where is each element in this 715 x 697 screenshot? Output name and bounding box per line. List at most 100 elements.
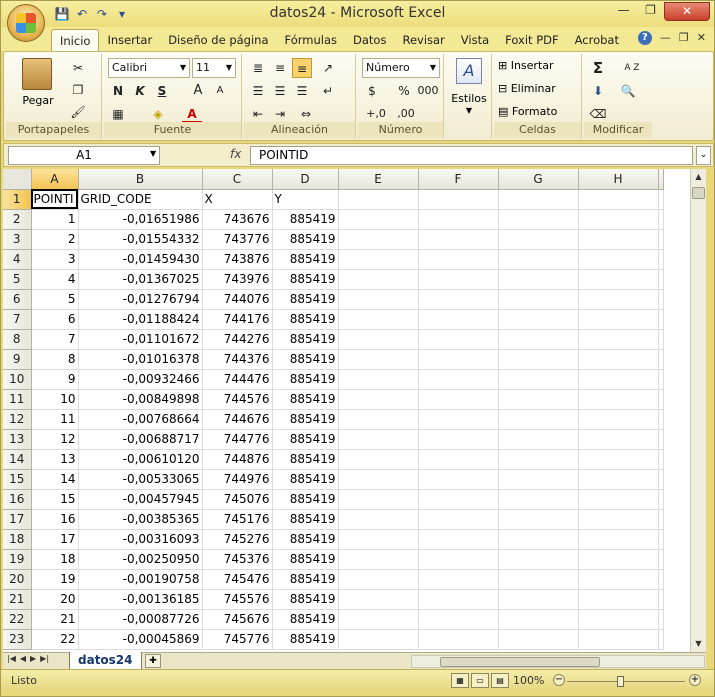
- row-header[interactable]: 10: [3, 369, 32, 390]
- cell[interactable]: 17: [31, 529, 79, 550]
- cell[interactable]: 744876: [202, 449, 273, 470]
- cell[interactable]: 885419: [272, 629, 339, 650]
- cell[interactable]: [658, 249, 664, 270]
- row-header[interactable]: 19: [3, 549, 32, 570]
- cell[interactable]: [658, 489, 664, 510]
- cell[interactable]: -0,00932466: [78, 369, 203, 390]
- zoom-slider[interactable]: − +: [553, 674, 703, 688]
- cell[interactable]: [418, 569, 499, 590]
- cell[interactable]: 885419: [272, 389, 339, 410]
- cell[interactable]: [338, 449, 419, 470]
- cell[interactable]: 744776: [202, 429, 273, 450]
- zoom-level[interactable]: 100%: [513, 674, 544, 687]
- row-header[interactable]: 18: [3, 529, 32, 550]
- tab-f-rmulas[interactable]: Fórmulas: [277, 29, 346, 51]
- font-size-select[interactable]: 11 ▼: [192, 58, 236, 78]
- cut-icon[interactable]: ✂: [68, 58, 88, 78]
- cell[interactable]: [498, 229, 579, 250]
- shrink-font-button[interactable]: A: [210, 81, 230, 101]
- normal-view-icon[interactable]: ▦: [451, 673, 469, 688]
- cell[interactable]: 885419: [272, 229, 339, 250]
- cell[interactable]: [578, 349, 659, 370]
- styles-button[interactable]: Estilos: [446, 92, 492, 105]
- name-box-chevron-icon[interactable]: ▼: [150, 149, 156, 158]
- font-name-select[interactable]: Calibri ▼: [108, 58, 190, 78]
- cell[interactable]: [578, 289, 659, 310]
- row-header[interactable]: 4: [3, 249, 32, 270]
- cell[interactable]: [418, 489, 499, 510]
- cell[interactable]: 744476: [202, 369, 273, 390]
- tab-revisar[interactable]: Revisar: [394, 29, 452, 51]
- cell[interactable]: [658, 369, 664, 390]
- office-button[interactable]: [7, 4, 45, 42]
- cell[interactable]: [338, 309, 419, 330]
- cell[interactable]: [658, 309, 664, 330]
- cell[interactable]: 885419: [272, 329, 339, 350]
- cell[interactable]: [338, 229, 419, 250]
- row-header[interactable]: 12: [3, 409, 32, 430]
- cell[interactable]: [578, 329, 659, 350]
- ribbon-restore-icon[interactable]: ❐: [679, 31, 689, 45]
- cell[interactable]: [578, 309, 659, 330]
- cell[interactable]: -0,00045869: [78, 629, 203, 650]
- cell[interactable]: [338, 529, 419, 550]
- cell[interactable]: 22: [31, 629, 79, 650]
- cell[interactable]: 745576: [202, 589, 273, 610]
- cell[interactable]: [498, 309, 579, 330]
- page-break-view-icon[interactable]: ▤: [491, 673, 509, 688]
- cell[interactable]: [578, 249, 659, 270]
- cell[interactable]: [578, 549, 659, 570]
- cell[interactable]: 8: [31, 349, 79, 370]
- ribbon-minimize-icon[interactable]: —: [660, 31, 671, 45]
- page-layout-view-icon[interactable]: ▭: [471, 673, 489, 688]
- cell[interactable]: [578, 189, 659, 210]
- row-header[interactable]: 7: [3, 309, 32, 330]
- column-header-h[interactable]: H: [578, 169, 659, 190]
- cell[interactable]: 2: [31, 229, 79, 250]
- new-sheet-icon[interactable]: ✚: [145, 654, 161, 668]
- cell[interactable]: 12: [31, 429, 79, 450]
- cell[interactable]: 745076: [202, 489, 273, 510]
- decrease-indent-icon[interactable]: ⇤: [248, 104, 268, 124]
- cell[interactable]: [578, 369, 659, 390]
- cell[interactable]: 20: [31, 589, 79, 610]
- row-header[interactable]: 20: [3, 569, 32, 590]
- row-header[interactable]: 21: [3, 589, 32, 610]
- currency-button[interactable]: $: [362, 81, 382, 101]
- cell[interactable]: -0,00087726: [78, 609, 203, 630]
- cell[interactable]: GRID_CODE: [78, 189, 203, 210]
- thousands-button[interactable]: 000: [416, 81, 440, 101]
- cell[interactable]: 885419: [272, 609, 339, 630]
- cell[interactable]: [498, 329, 579, 350]
- cell[interactable]: [338, 409, 419, 430]
- cell[interactable]: Y: [272, 189, 339, 210]
- cell[interactable]: [498, 449, 579, 470]
- row-header[interactable]: 5: [3, 269, 32, 290]
- delete-cells-button[interactable]: ⊟ Eliminar: [498, 82, 556, 95]
- cell[interactable]: [418, 369, 499, 390]
- tab-inicio[interactable]: Inicio: [51, 29, 100, 51]
- cell[interactable]: [498, 409, 579, 430]
- cell[interactable]: [418, 589, 499, 610]
- cell[interactable]: [418, 549, 499, 570]
- cell[interactable]: 745776: [202, 629, 273, 650]
- cell[interactable]: [578, 269, 659, 290]
- tab-vista[interactable]: Vista: [453, 29, 497, 51]
- cell[interactable]: -0,01554332: [78, 229, 203, 250]
- tab-datos[interactable]: Datos: [345, 29, 394, 51]
- cell[interactable]: 885419: [272, 549, 339, 570]
- cell[interactable]: -0,01367025: [78, 269, 203, 290]
- cell[interactable]: [498, 589, 579, 610]
- cell[interactable]: [418, 309, 499, 330]
- cell[interactable]: 11: [31, 409, 79, 430]
- cell[interactable]: -0,01016378: [78, 349, 203, 370]
- cell[interactable]: 5: [31, 289, 79, 310]
- cell[interactable]: [338, 589, 419, 610]
- cell[interactable]: [418, 349, 499, 370]
- copy-icon[interactable]: ❐: [68, 80, 88, 100]
- cell[interactable]: 745376: [202, 549, 273, 570]
- tab-dise-o-de-p-gina[interactable]: Diseño de página: [160, 29, 276, 51]
- cell[interactable]: [338, 249, 419, 270]
- cell[interactable]: 744676: [202, 409, 273, 430]
- wrap-text-icon[interactable]: ↵: [318, 81, 338, 101]
